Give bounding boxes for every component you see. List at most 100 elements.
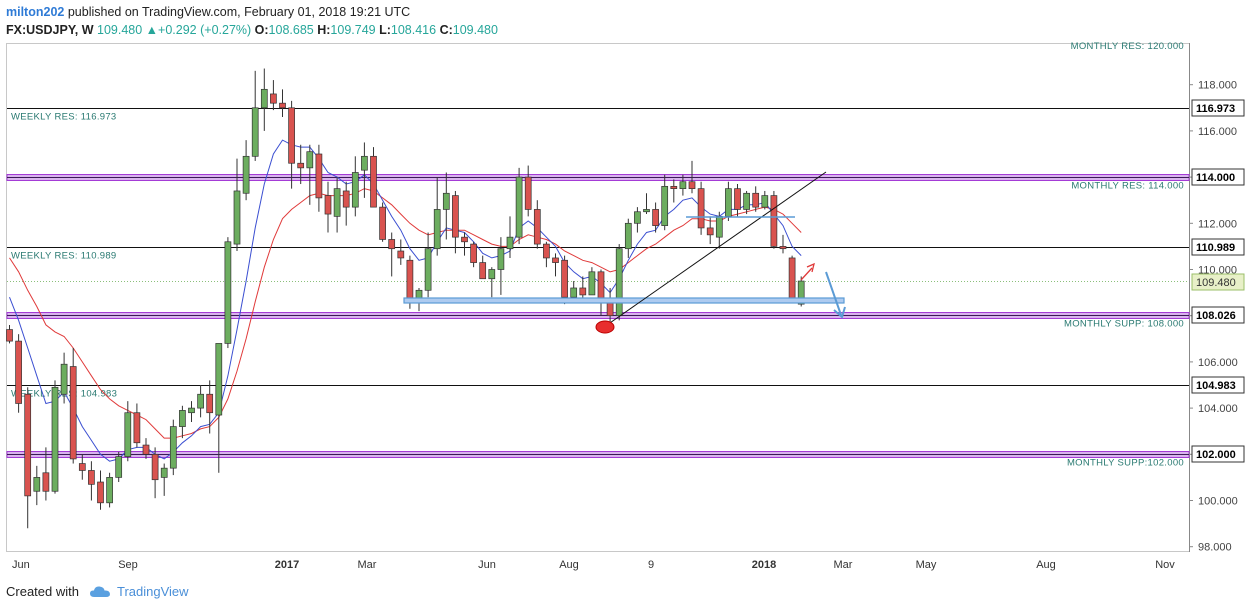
candle-up[interactable] (124, 412, 132, 457)
candle-down[interactable] (543, 243, 550, 259)
candle-up[interactable] (679, 181, 687, 190)
candle-up[interactable] (169, 426, 177, 469)
candle-up[interactable] (242, 155, 250, 194)
candle-down[interactable] (42, 472, 50, 492)
x-tick-label: Sep (118, 559, 138, 571)
candle-down[interactable] (151, 453, 159, 481)
candle-up[interactable] (333, 188, 341, 217)
candle-down[interactable] (470, 243, 477, 263)
candle-up[interactable] (306, 151, 314, 169)
candle-up[interactable] (197, 393, 204, 409)
candle-up[interactable] (179, 410, 186, 427)
price-chart[interactable]: WEEKLY RES: 116.973WEEKLY RES: 110.989WE… (0, 0, 1252, 611)
candle-up[interactable] (588, 271, 596, 296)
candle-down[interactable] (133, 412, 141, 444)
candle-up[interactable] (106, 477, 113, 504)
candle-down[interactable] (379, 206, 386, 240)
x-tick-label: Aug (559, 559, 579, 571)
candle-down[interactable] (288, 107, 295, 164)
candle-down[interactable] (142, 444, 150, 455)
support-zone-box[interactable] (403, 297, 845, 304)
candle-up[interactable] (615, 248, 623, 317)
candle-down[interactable] (406, 259, 414, 303)
candle-down[interactable] (69, 366, 77, 460)
candle-up[interactable] (260, 88, 268, 109)
candle-down[interactable] (788, 257, 796, 300)
candle-up[interactable] (761, 195, 769, 208)
candle-down[interactable] (779, 246, 787, 250)
candle-up[interactable] (433, 209, 441, 250)
candle-down[interactable] (579, 287, 587, 296)
candle-up[interactable] (51, 386, 59, 492)
candle-up[interactable] (624, 222, 632, 250)
candle-up[interactable] (515, 176, 523, 238)
candle-down[interactable] (397, 250, 405, 259)
candle-up[interactable] (488, 269, 496, 280)
x-tick-label: Jun (478, 559, 496, 571)
candle-down[interactable] (670, 185, 678, 189)
candle-down[interactable] (734, 188, 741, 210)
x-tick-label: 2017 (275, 559, 299, 571)
blue-drop-arrow[interactable] (825, 271, 842, 316)
candle-down[interactable] (279, 102, 286, 109)
candle-up[interactable] (661, 185, 669, 226)
candle-up[interactable] (715, 216, 723, 238)
candle-down[interactable] (78, 463, 86, 471)
candle-down[interactable] (706, 227, 714, 236)
candle-down[interactable] (6, 329, 13, 342)
candle-down[interactable] (561, 259, 568, 298)
candle-down[interactable] (552, 257, 559, 263)
candle-down[interactable] (15, 340, 22, 404)
candle-up[interactable] (361, 155, 368, 171)
monthly-level-label: MONTHLY SUPP: 108.000 (1064, 319, 1184, 330)
candle-down[interactable] (688, 181, 696, 190)
candle-up[interactable] (643, 209, 650, 213)
candle-up[interactable] (160, 467, 168, 478)
candle-down[interactable] (606, 301, 614, 317)
candle-down[interactable] (97, 481, 104, 504)
candle-up[interactable] (506, 236, 514, 250)
candle-down[interactable] (270, 93, 277, 104)
candle-up[interactable] (351, 172, 359, 208)
candle-down[interactable] (461, 236, 468, 243)
candle-up[interactable] (33, 477, 41, 492)
candle-down[interactable] (342, 190, 350, 208)
y-tick-label: 98.000 (1198, 542, 1232, 554)
candle-down[interactable] (315, 153, 323, 199)
candle-down[interactable] (524, 176, 532, 210)
candle-down[interactable] (206, 393, 214, 414)
candle-up[interactable] (497, 248, 505, 270)
candle-up[interactable] (115, 456, 123, 478)
candle-down[interactable] (24, 393, 32, 497)
candle-up[interactable] (188, 407, 195, 414)
candle-down[interactable] (697, 188, 705, 229)
low-marker-ellipse[interactable] (595, 320, 615, 334)
candle-up[interactable] (60, 363, 68, 395)
candle-up[interactable] (251, 107, 259, 157)
candle-up[interactable] (743, 192, 750, 210)
tradingview-brand[interactable]: TradingView (117, 584, 189, 599)
candle-down[interactable] (88, 470, 95, 485)
candle-down[interactable] (297, 162, 305, 169)
candle-down[interactable] (452, 195, 459, 238)
candle-up[interactable] (570, 287, 578, 298)
candle-up[interactable] (233, 190, 241, 245)
candle-down[interactable] (324, 195, 332, 215)
candle-up[interactable] (442, 192, 450, 210)
candle-down[interactable] (597, 271, 605, 303)
candle-down[interactable] (770, 195, 778, 247)
candle-down[interactable] (533, 209, 541, 245)
candle-up[interactable] (725, 188, 732, 217)
candle-down[interactable] (652, 209, 659, 226)
candle-up[interactable] (424, 248, 432, 291)
candle-up[interactable] (215, 343, 223, 416)
candle-down[interactable] (479, 262, 487, 280)
candle-down[interactable] (752, 192, 760, 208)
candle-up[interactable] (634, 211, 641, 224)
price-badge-label: 114.000 (1196, 172, 1235, 184)
x-tick-label: 2018 (752, 559, 776, 571)
candle-down[interactable] (370, 155, 377, 208)
red-bounce-arrow[interactable] (800, 267, 813, 281)
candle-up[interactable] (224, 241, 232, 344)
candle-down[interactable] (388, 239, 396, 250)
